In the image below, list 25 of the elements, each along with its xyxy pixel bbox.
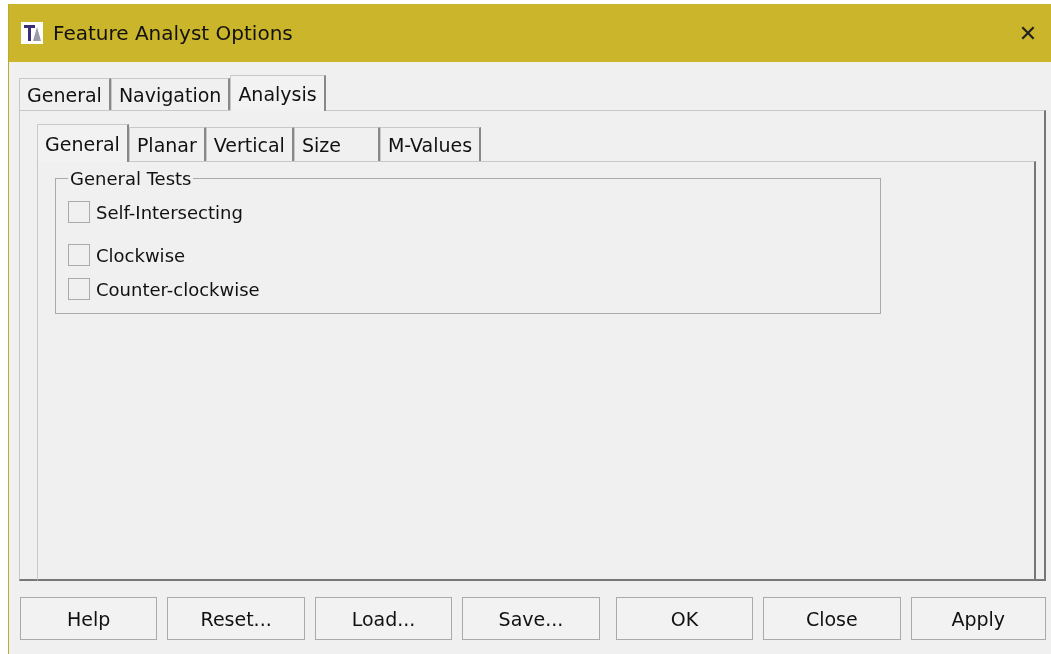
tab[interactable]: Navigation <box>110 78 231 110</box>
tab[interactable]: Size <box>293 127 380 161</box>
window-title: Feature Analyst Options <box>53 21 294 45</box>
tab[interactable]: Planar <box>128 127 206 161</box>
dialog-button[interactable]: Help <box>20 597 158 640</box>
checkbox-label: Counter-clockwise <box>96 278 260 300</box>
checkbox[interactable] <box>68 244 90 266</box>
close-button[interactable]: ✕ <box>1005 10 1051 56</box>
tab[interactable]: Vertical <box>205 127 294 161</box>
tab[interactable]: M-Values <box>379 127 482 161</box>
dialog-button[interactable]: Apply <box>910 597 1046 640</box>
dialog-button[interactable]: Save... <box>462 597 600 640</box>
checkbox[interactable] <box>68 278 90 300</box>
app-logo-icon <box>21 22 43 44</box>
dialog-button[interactable]: OK <box>615 597 754 640</box>
tab[interactable]: General <box>37 124 129 162</box>
dialog-button[interactable]: Load... <box>314 597 453 640</box>
checkbox-label: Clockwise <box>96 244 186 266</box>
dialog-button[interactable]: Close <box>763 597 901 640</box>
tab[interactable]: Analysis <box>230 75 326 111</box>
checkbox[interactable] <box>68 201 90 223</box>
tab[interactable]: General <box>19 78 111 110</box>
group-title: General Tests <box>69 168 193 189</box>
dialog-button[interactable]: Reset... <box>167 597 305 640</box>
checkbox-label: Self-Intersecting <box>96 201 243 223</box>
